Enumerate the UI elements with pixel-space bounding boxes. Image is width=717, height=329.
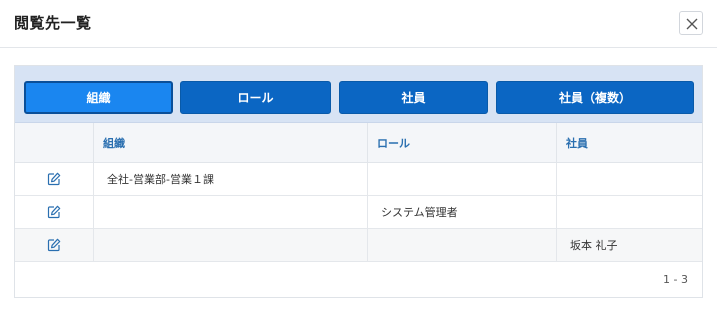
employee-cell: 坂本 礼子 (556, 229, 702, 261)
edit-button[interactable] (15, 229, 93, 261)
role-cell (367, 229, 556, 261)
close-icon (686, 18, 698, 30)
table-row: 全社-営業部-営業１課 (15, 163, 702, 196)
edit-icon (47, 238, 61, 252)
column-header-organization[interactable]: 組織 (93, 123, 367, 163)
organization-cell: 全社-営業部-営業１課 (93, 163, 367, 195)
organization-cell (93, 196, 367, 228)
organization-cell (93, 229, 367, 261)
table-row: 坂本 礼子 (15, 229, 702, 262)
role-cell: システム管理者 (367, 196, 556, 228)
dialog-title: 閲覧先一覧 (14, 14, 92, 32)
employee-cell (556, 163, 702, 195)
edit-icon (47, 205, 61, 219)
tab-role[interactable]: ロール (180, 81, 331, 114)
edit-button[interactable] (15, 163, 93, 195)
role-cell (367, 163, 556, 195)
table-header: 組織 ロール 社員 (15, 123, 702, 163)
tab-bar: 組織 ロール 社員 社員（複数） (15, 66, 702, 123)
view-targets-dialog: 閲覧先一覧 組織 ロール 社員 社員（複数） 組織 ロール 社員 全社-営業部-… (0, 0, 717, 329)
close-button[interactable] (679, 11, 703, 35)
employee-cell (556, 196, 702, 228)
dialog-header: 閲覧先一覧 (0, 0, 717, 48)
view-targets-panel: 組織 ロール 社員 社員（複数） 組織 ロール 社員 全社-営業部-営業１課 シ… (14, 65, 703, 298)
tab-employee-multiple[interactable]: 社員（複数） (496, 81, 694, 114)
table-footer: 1 - 3 (15, 263, 702, 297)
edit-button[interactable] (15, 196, 93, 228)
edit-icon (47, 172, 61, 186)
column-header-edit (15, 123, 93, 163)
table-row: システム管理者 (15, 196, 702, 229)
column-header-employee[interactable]: 社員 (556, 123, 687, 163)
pagination-range: 1 - 3 (663, 273, 688, 286)
tab-employee[interactable]: 社員 (339, 81, 488, 114)
tab-organization[interactable]: 組織 (24, 81, 173, 114)
column-header-role[interactable]: ロール (367, 123, 556, 163)
